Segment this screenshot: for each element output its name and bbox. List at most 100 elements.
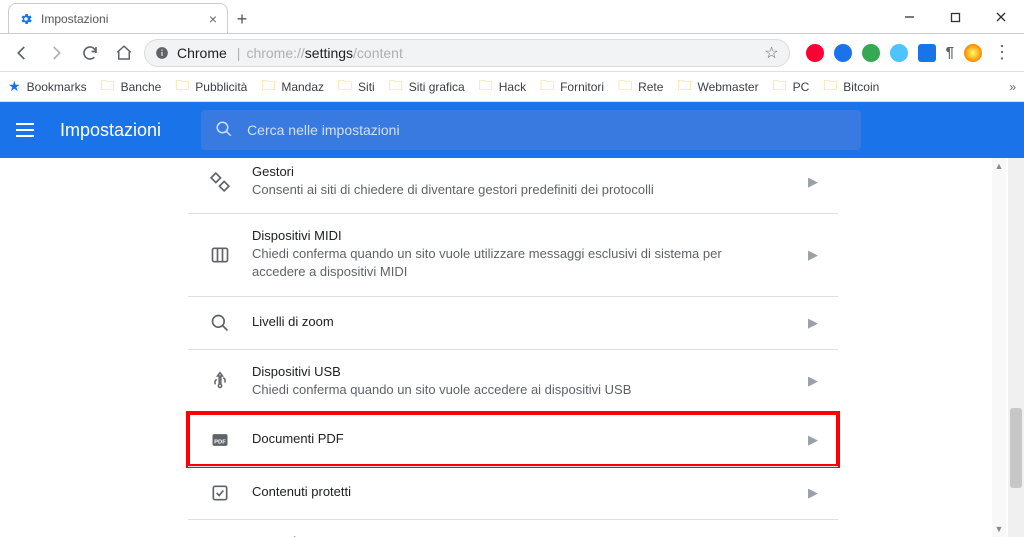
chevron-right-icon: ▶ xyxy=(808,247,818,263)
bookmark-folder[interactable]: 🗀 Bitcoin xyxy=(823,75,879,99)
extension-icon[interactable] xyxy=(890,44,908,62)
profile-avatar[interactable] xyxy=(964,44,982,62)
settings-header: Impostazioni Cerca nelle impostazioni xyxy=(0,102,1024,158)
reload-button[interactable] xyxy=(76,39,104,67)
extension-icon[interactable]: ¶ xyxy=(946,44,954,61)
settings-search[interactable]: Cerca nelle impostazioni xyxy=(201,110,861,150)
chevron-right-icon: ▶ xyxy=(808,432,818,448)
setting-row-protected-content[interactable]: Contenuti protetti ▶ xyxy=(188,466,838,519)
omnibox-chrome-label: Chrome xyxy=(177,45,227,61)
bookmark-label: Webmaster xyxy=(697,80,758,94)
chevron-right-icon: ▶ xyxy=(808,174,818,190)
extension-icon[interactable] xyxy=(918,44,936,62)
bookmark-folder[interactable]: 🗀 PC xyxy=(773,75,810,99)
setting-subtitle: Chiedi conferma quando un sito vuole acc… xyxy=(252,381,778,399)
hamburger-menu-icon[interactable] xyxy=(16,123,40,137)
minimize-button[interactable] xyxy=(886,0,932,34)
bookmark-folder[interactable]: 🗀 Banche xyxy=(101,75,162,99)
bookmark-label: Banche xyxy=(121,80,162,94)
scrollbar-thumb[interactable] xyxy=(1010,408,1022,488)
page-scrollbar[interactable] xyxy=(1008,158,1024,537)
folder-icon: 🗀 xyxy=(773,75,787,99)
bookmark-folder[interactable]: 🗀Siti grafica xyxy=(389,75,465,99)
settings-scrollbar[interactable]: ▲ ▼ xyxy=(992,158,1006,537)
bookmark-folder[interactable]: 🗀 Rete xyxy=(618,75,663,99)
maximize-button[interactable] xyxy=(932,0,978,34)
bookmarks-bar: ★ Bookmarks 🗀Banche 🗀Pubblicità 🗀Mandaz … xyxy=(0,72,1024,102)
svg-text:PDF: PDF xyxy=(214,439,226,445)
chevron-right-icon: ▶ xyxy=(808,485,818,501)
extension-icon[interactable] xyxy=(862,44,880,62)
setting-row-midi[interactable]: Dispositivi MIDI Chiedi conferma quando … xyxy=(188,213,838,295)
setting-row-clipboard[interactable]: Appunti Chiedi prima di accedere ▶ xyxy=(188,519,838,537)
chrome-menu-button[interactable]: ⋮ xyxy=(988,42,1016,63)
bookmark-folder[interactable]: 🗀 Pubblicità xyxy=(175,75,247,99)
folder-icon: 🗀 xyxy=(677,75,691,99)
zoom-icon xyxy=(208,311,232,335)
folder-icon: 🗀 xyxy=(175,75,189,99)
extension-icon[interactable] xyxy=(834,44,852,62)
bookmark-label: PC xyxy=(793,80,810,94)
home-button[interactable] xyxy=(110,39,138,67)
setting-row-zoom[interactable]: Livelli di zoom ▶ xyxy=(188,296,838,349)
folder-icon: 🗀 xyxy=(479,75,493,99)
setting-title: Contenuti protetti xyxy=(252,484,778,499)
folder-icon: 🗀 xyxy=(823,75,837,99)
setting-title: Gestori xyxy=(252,164,778,179)
setting-title: Livelli di zoom xyxy=(252,314,778,329)
star-icon: ★ xyxy=(8,78,21,95)
bookmark-label: Mandaz xyxy=(281,80,324,94)
settings-body: Gestori Consenti ai siti di chiedere di … xyxy=(0,158,1024,537)
forward-button[interactable] xyxy=(42,39,70,67)
bookmark-label: Bitcoin xyxy=(843,80,879,94)
back-button[interactable] xyxy=(8,39,36,67)
settings-list: Gestori Consenti ai siti di chiedere di … xyxy=(188,158,838,537)
folder-icon: 🗀 xyxy=(618,75,632,99)
bookmarks-overflow[interactable]: » xyxy=(1009,80,1016,94)
setting-subtitle: Chiedi conferma quando un sito vuole uti… xyxy=(252,245,778,281)
midi-icon xyxy=(208,243,232,267)
bookmark-label: Hack xyxy=(499,80,526,94)
bookmark-star-icon[interactable]: ☆ xyxy=(764,43,778,63)
site-info-icon[interactable] xyxy=(155,46,169,60)
bookmark-folder[interactable]: 🗀 Fornitori xyxy=(540,75,604,99)
handlers-icon xyxy=(208,170,232,194)
bookmarks-label: Bookmarks xyxy=(27,80,87,94)
omnibox-url-prefix: chrome:// xyxy=(246,45,304,61)
window-controls xyxy=(886,0,1024,34)
omnibox[interactable]: Chrome | chrome:// settings /content ☆ xyxy=(144,39,790,67)
chevron-right-icon: ▶ xyxy=(808,315,818,331)
protected-icon xyxy=(208,481,232,505)
bookmarks-root[interactable]: ★ Bookmarks xyxy=(8,78,87,95)
tab-title: Impostazioni xyxy=(41,12,108,26)
browser-tab[interactable]: Impostazioni × xyxy=(8,3,228,33)
bookmark-folder[interactable]: 🗀 Mandaz xyxy=(261,75,324,99)
bookmark-label: Rete xyxy=(638,80,663,94)
folder-icon: 🗀 xyxy=(261,75,275,99)
folder-icon: 🗀 xyxy=(101,75,115,99)
setting-title: Dispositivi MIDI xyxy=(252,228,778,243)
new-tab-button[interactable]: + xyxy=(228,5,256,33)
bookmark-folder[interactable]: 🗀 Siti xyxy=(338,75,375,99)
bookmark-folder[interactable]: 🗀 Webmaster xyxy=(677,75,758,99)
extension-icon[interactable] xyxy=(806,44,824,62)
folder-icon: 🗀 xyxy=(540,75,554,99)
close-window-button[interactable] xyxy=(978,0,1024,34)
bookmark-folder[interactable]: 🗀 Hack xyxy=(479,75,526,99)
setting-row-handlers[interactable]: Gestori Consenti ai siti di chiedere di … xyxy=(188,158,838,213)
folder-icon: 🗀 xyxy=(389,75,403,99)
bookmark-label: Fornitori xyxy=(560,80,604,94)
search-icon xyxy=(215,120,233,141)
setting-title: Documenti PDF xyxy=(252,431,778,446)
omnibox-url-rest: /content xyxy=(353,45,403,61)
close-icon[interactable]: × xyxy=(209,11,217,27)
setting-row-usb[interactable]: Dispositivi USB Chiedi conferma quando u… xyxy=(188,349,838,413)
scroll-down-icon[interactable]: ▼ xyxy=(992,521,1006,537)
bookmark-label: Siti xyxy=(358,80,375,94)
setting-row-pdf[interactable]: PDF Documenti PDF ▶ xyxy=(188,413,838,466)
scroll-up-icon[interactable]: ▲ xyxy=(992,158,1006,174)
search-placeholder: Cerca nelle impostazioni xyxy=(247,122,400,138)
bookmark-label: Pubblicità xyxy=(195,80,247,94)
folder-icon: 🗀 xyxy=(338,75,352,99)
setting-subtitle: Consenti ai siti di chiedere di diventar… xyxy=(252,181,778,199)
